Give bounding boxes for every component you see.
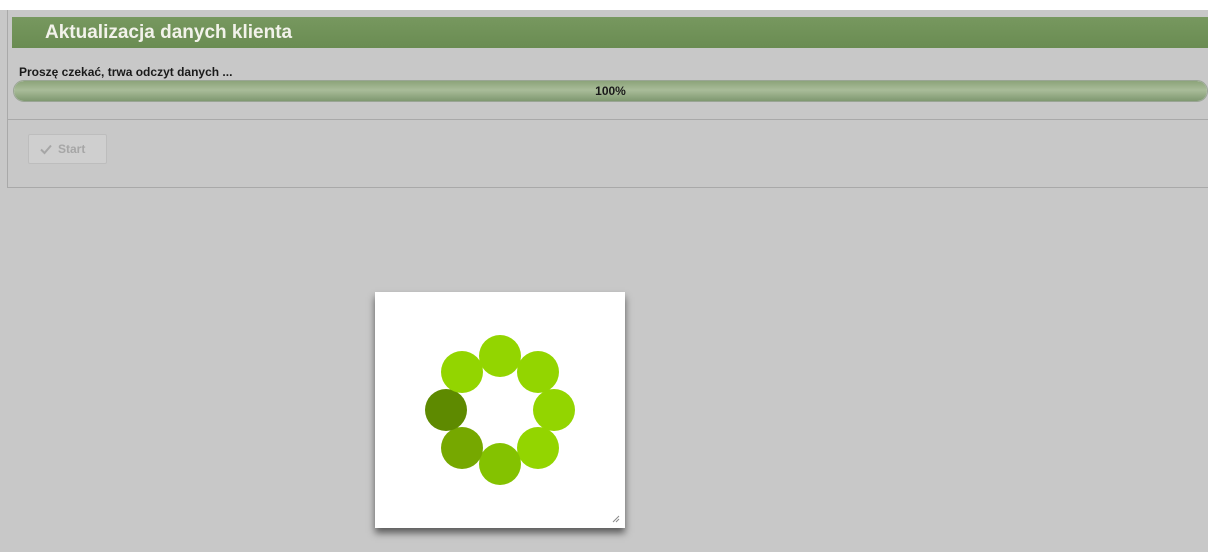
spinner-dot bbox=[440, 427, 483, 470]
progress-bar: 100% bbox=[13, 80, 1208, 102]
spinner-dot bbox=[533, 389, 575, 431]
panel-title-bar: Aktualizacja danych klienta bbox=[12, 17, 1208, 48]
loading-overlay bbox=[375, 292, 625, 528]
spinner-dot bbox=[517, 350, 560, 393]
start-button-label: Start bbox=[58, 142, 86, 156]
divider bbox=[8, 119, 1208, 120]
resize-grip-icon[interactable] bbox=[611, 514, 620, 523]
checkmark-icon bbox=[40, 144, 52, 155]
spinner-dot bbox=[479, 335, 521, 377]
spinner-dot bbox=[425, 389, 467, 431]
spinner-dot bbox=[517, 427, 560, 470]
start-button[interactable]: Start bbox=[28, 134, 107, 164]
spinner-dot bbox=[440, 350, 483, 393]
update-client-panel: Aktualizacja danych klienta Proszę czeka… bbox=[7, 10, 1208, 188]
progress-label: 100% bbox=[595, 84, 626, 98]
panel-title: Aktualizacja danych klienta bbox=[45, 22, 293, 43]
top-strip bbox=[0, 0, 1208, 10]
status-message: Proszę czekać, trwa odczyt danych ... bbox=[19, 65, 233, 79]
spinner-dot bbox=[479, 443, 521, 485]
